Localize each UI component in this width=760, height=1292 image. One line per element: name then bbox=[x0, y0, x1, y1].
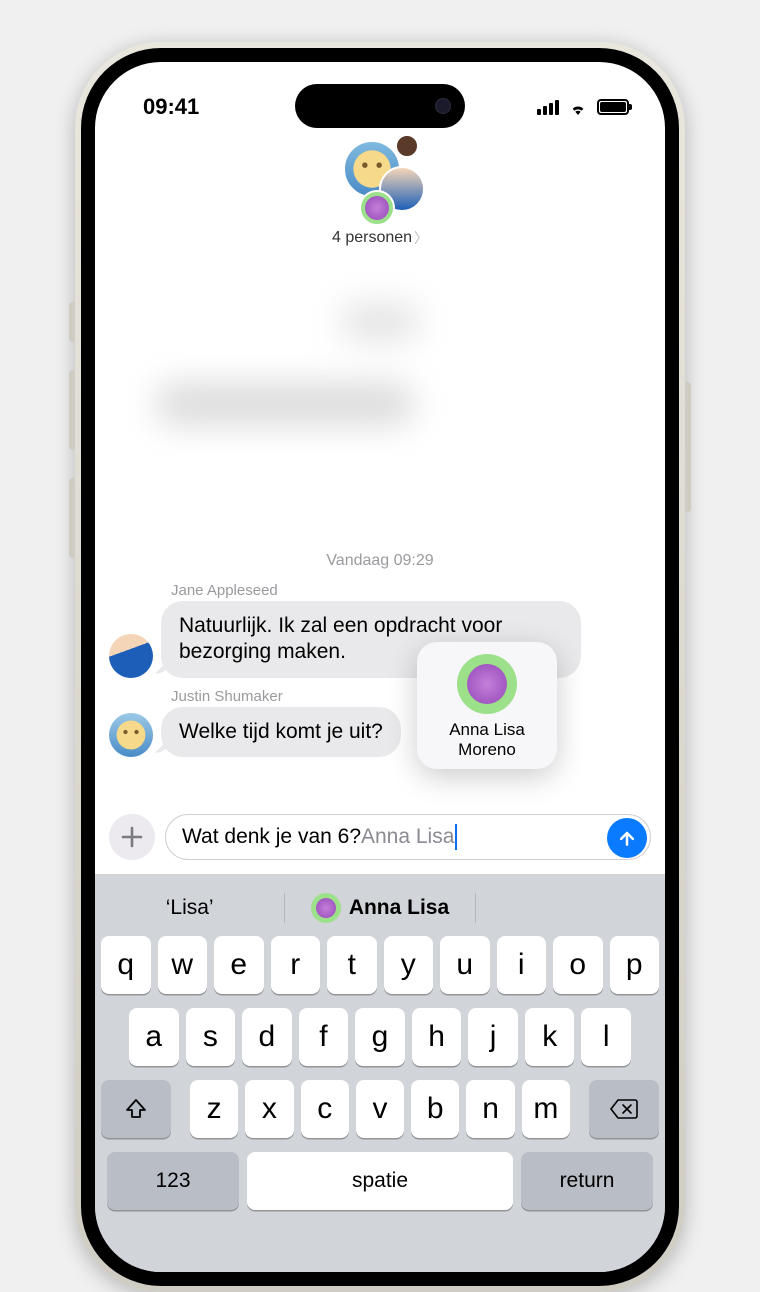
avatar[interactable] bbox=[109, 713, 153, 757]
shift-key[interactable] bbox=[101, 1080, 171, 1138]
timestamp-label: Vandaag 09:29 bbox=[95, 552, 665, 570]
key-p[interactable]: p bbox=[610, 936, 660, 994]
backspace-icon bbox=[609, 1098, 639, 1120]
key-r[interactable]: r bbox=[271, 936, 321, 994]
cellular-icon bbox=[537, 99, 559, 115]
key-v[interactable]: v bbox=[356, 1080, 404, 1138]
numbers-key[interactable]: 123 bbox=[107, 1152, 239, 1210]
key-d[interactable]: d bbox=[242, 1008, 292, 1066]
space-key[interactable]: spatie bbox=[247, 1152, 513, 1210]
wifi-icon bbox=[567, 99, 589, 115]
compose-input[interactable]: Wat denk je van 6? Anna Lisa bbox=[165, 814, 651, 860]
key-k[interactable]: k bbox=[525, 1008, 575, 1066]
message-bubble[interactable]: Welke tijd komt je uit? bbox=[161, 707, 401, 757]
key-j[interactable]: j bbox=[468, 1008, 518, 1066]
sender-label: Justin Shumaker bbox=[171, 688, 651, 705]
key-h[interactable]: h bbox=[412, 1008, 462, 1066]
group-label: 4 personen bbox=[332, 229, 412, 247]
key-t[interactable]: t bbox=[327, 936, 377, 994]
key-u[interactable]: u bbox=[440, 936, 490, 994]
key-e[interactable]: e bbox=[214, 936, 264, 994]
status-time: 09:41 bbox=[143, 94, 199, 120]
key-b[interactable]: b bbox=[411, 1080, 459, 1138]
shift-icon bbox=[124, 1097, 148, 1121]
key-n[interactable]: n bbox=[466, 1080, 514, 1138]
arrow-up-icon bbox=[617, 828, 637, 848]
group-title-button[interactable]: 4 personen 〉 bbox=[332, 228, 428, 248]
chevron-right-icon: 〉 bbox=[414, 228, 428, 248]
mention-suggestion-popover[interactable]: Anna Lisa Moreno bbox=[417, 642, 557, 769]
mention-name-line: Moreno bbox=[449, 740, 525, 760]
add-attachment-button[interactable] bbox=[109, 814, 155, 860]
prediction-item[interactable]: Anna Lisa bbox=[285, 893, 474, 923]
key-m[interactable]: m bbox=[522, 1080, 570, 1138]
key-f[interactable]: f bbox=[299, 1008, 349, 1066]
key-y[interactable]: y bbox=[384, 936, 434, 994]
key-q[interactable]: q bbox=[101, 936, 151, 994]
return-key[interactable]: return bbox=[521, 1152, 653, 1210]
backspace-key[interactable] bbox=[589, 1080, 659, 1138]
key-a[interactable]: a bbox=[129, 1008, 179, 1066]
key-c[interactable]: c bbox=[301, 1080, 349, 1138]
mention-name-line: Anna Lisa bbox=[449, 720, 525, 740]
compose-mention-text: Anna Lisa bbox=[361, 825, 454, 849]
group-avatar[interactable] bbox=[335, 132, 425, 222]
key-x[interactable]: x bbox=[245, 1080, 293, 1138]
key-g[interactable]: g bbox=[355, 1008, 405, 1066]
status-bar: 09:41 bbox=[95, 62, 665, 132]
prediction-item[interactable]: ‘Lisa’ bbox=[95, 896, 284, 920]
unicorn-icon bbox=[311, 893, 341, 923]
key-s[interactable]: s bbox=[186, 1008, 236, 1066]
unicorn-icon bbox=[457, 654, 517, 714]
screen: 09:41 4 personen 〉 bbox=[95, 62, 665, 1272]
message-row: Natuurlijk. Ik zal een opdracht voor bez… bbox=[109, 601, 651, 678]
send-button[interactable] bbox=[607, 818, 647, 858]
compose-typed-text: Wat denk je van 6? bbox=[182, 825, 361, 849]
key-i[interactable]: i bbox=[497, 936, 547, 994]
key-z[interactable]: z bbox=[190, 1080, 238, 1138]
battery-icon bbox=[597, 99, 629, 115]
key-o[interactable]: o bbox=[553, 936, 603, 994]
phone-frame: 09:41 4 personen 〉 bbox=[75, 42, 685, 1292]
avatar[interactable] bbox=[109, 634, 153, 678]
blurred-messages bbox=[155, 302, 605, 502]
sender-label: Jane Appleseed bbox=[171, 582, 651, 599]
message-row: Welke tijd komt je uit? bbox=[109, 707, 651, 757]
key-l[interactable]: l bbox=[581, 1008, 631, 1066]
key-w[interactable]: w bbox=[158, 936, 208, 994]
keyboard: ‘Lisa’ Anna Lisa qwertyuiop asdfghjkl bbox=[95, 874, 665, 1272]
